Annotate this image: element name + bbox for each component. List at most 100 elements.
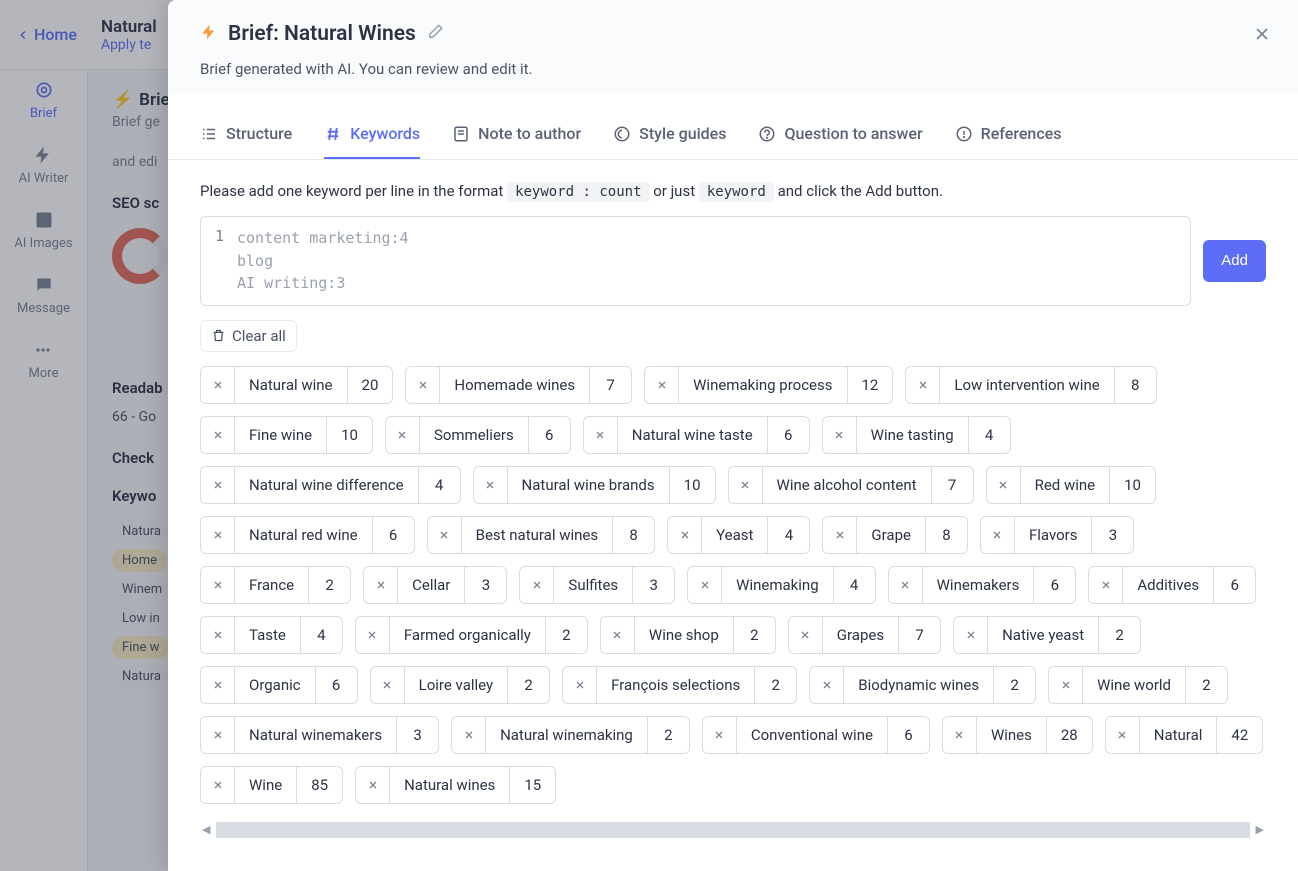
remove-tag-icon[interactable] (364, 567, 398, 603)
remove-tag-icon[interactable] (386, 417, 420, 453)
remove-tag-icon[interactable] (703, 717, 737, 753)
tag-label[interactable]: Natural wine difference (235, 467, 418, 503)
tag-count[interactable]: 2 (733, 617, 775, 653)
tag-label[interactable]: Wines (977, 717, 1046, 753)
tag-label[interactable]: Winemaking process (679, 367, 846, 403)
tag-label[interactable]: Natural wine taste (618, 417, 767, 453)
tag-count[interactable]: 4 (833, 567, 875, 603)
remove-tag-icon[interactable] (668, 517, 702, 553)
remove-tag-icon[interactable] (201, 667, 235, 703)
tag-label[interactable]: Conventional wine (737, 717, 887, 753)
remove-tag-icon[interactable] (201, 617, 235, 653)
edit-icon[interactable] (426, 23, 444, 45)
tag-label[interactable]: Organic (235, 667, 315, 703)
tag-label[interactable]: Wine tasting (857, 417, 968, 453)
tag-label[interactable]: Yeast (702, 517, 767, 553)
remove-tag-icon[interactable] (371, 667, 405, 703)
remove-tag-icon[interactable] (201, 417, 235, 453)
tag-label[interactable]: Loire valley (405, 667, 507, 703)
tag-count[interactable]: 10 (326, 417, 372, 453)
tag-count[interactable]: 3 (396, 717, 438, 753)
tag-label[interactable]: Natural wines (390, 767, 509, 803)
remove-tag-icon[interactable] (889, 567, 923, 603)
tag-count[interactable]: 4 (767, 517, 809, 553)
remove-tag-icon[interactable] (823, 417, 857, 453)
tag-label[interactable]: Native yeast (988, 617, 1098, 653)
tag-label[interactable]: Natural winemakers (235, 717, 396, 753)
remove-tag-icon[interactable] (906, 367, 940, 403)
tab-style-guides[interactable]: Style guides (613, 112, 726, 159)
tag-count[interactable]: 2 (647, 717, 689, 753)
tag-count[interactable]: 4 (418, 467, 460, 503)
add-button[interactable]: Add (1203, 240, 1266, 282)
tag-label[interactable]: Wine shop (635, 617, 733, 653)
remove-tag-icon[interactable] (987, 467, 1021, 503)
remove-tag-icon[interactable] (201, 367, 235, 403)
tag-label[interactable]: Sulfites (554, 567, 632, 603)
remove-tag-icon[interactable] (563, 667, 597, 703)
tag-count[interactable]: 4 (300, 617, 342, 653)
remove-tag-icon[interactable] (584, 417, 618, 453)
remove-tag-icon[interactable] (201, 717, 235, 753)
tag-count[interactable]: 8 (1114, 367, 1156, 403)
remove-tag-icon[interactable] (645, 367, 679, 403)
remove-tag-icon[interactable] (452, 717, 486, 753)
keyword-input[interactable]: 1 content marketing:4 blog AI writing:3 (200, 216, 1191, 306)
remove-tag-icon[interactable] (1049, 667, 1083, 703)
tag-count[interactable]: 85 (296, 767, 342, 803)
tag-label[interactable]: François selections (597, 667, 754, 703)
remove-tag-icon[interactable] (688, 567, 722, 603)
remove-tag-icon[interactable] (789, 617, 823, 653)
tag-count[interactable]: 6 (315, 667, 357, 703)
tag-count[interactable]: 20 (347, 367, 393, 403)
tab-question[interactable]: Question to answer (758, 112, 922, 159)
tag-count[interactable]: 10 (1109, 467, 1155, 503)
remove-tag-icon[interactable] (201, 467, 235, 503)
tag-label[interactable]: Sommeliers (420, 417, 528, 453)
tag-label[interactable]: Cellar (398, 567, 464, 603)
tag-label[interactable]: Farmed organically (390, 617, 545, 653)
tag-label[interactable]: Wine world (1083, 667, 1185, 703)
tab-keywords[interactable]: Keywords (324, 112, 420, 159)
tab-note[interactable]: Note to author (452, 112, 581, 159)
tag-label[interactable]: Natural winemaking (486, 717, 647, 753)
tag-count[interactable]: 7 (898, 617, 940, 653)
scroll-right-icon[interactable]: ▶ (1254, 823, 1266, 836)
tag-label[interactable]: Additives (1123, 567, 1213, 603)
tag-label[interactable]: Natural red wine (235, 517, 372, 553)
tag-count[interactable]: 2 (993, 667, 1035, 703)
tag-label[interactable]: Best natural wines (462, 517, 613, 553)
tag-count[interactable]: 3 (464, 567, 506, 603)
tag-count[interactable]: 6 (767, 417, 809, 453)
tag-label[interactable]: Grapes (823, 617, 898, 653)
remove-tag-icon[interactable] (1106, 717, 1140, 753)
tag-label[interactable]: Natural (1140, 717, 1217, 753)
remove-tag-icon[interactable] (406, 367, 440, 403)
remove-tag-icon[interactable] (943, 717, 977, 753)
tag-count[interactable]: 2 (545, 617, 587, 653)
tag-count[interactable]: 2 (1185, 667, 1227, 703)
scroll-left-icon[interactable]: ◀ (200, 823, 212, 836)
tag-count[interactable]: 8 (612, 517, 654, 553)
scroll-track[interactable] (216, 822, 1249, 838)
tag-count[interactable]: 6 (1213, 567, 1255, 603)
tag-label[interactable]: Winemakers (923, 567, 1034, 603)
remove-tag-icon[interactable] (823, 517, 857, 553)
remove-tag-icon[interactable] (201, 567, 235, 603)
remove-tag-icon[interactable] (1089, 567, 1123, 603)
tag-count[interactable]: 7 (589, 367, 631, 403)
remove-tag-icon[interactable] (729, 467, 763, 503)
remove-tag-icon[interactable] (356, 617, 390, 653)
remove-tag-icon[interactable] (356, 767, 390, 803)
tag-count[interactable]: 2 (507, 667, 549, 703)
tag-label[interactable]: Red wine (1021, 467, 1110, 503)
tag-count[interactable]: 2 (1098, 617, 1140, 653)
tag-count[interactable]: 6 (372, 517, 414, 553)
tag-count[interactable]: 8 (925, 517, 967, 553)
tag-count[interactable]: 12 (847, 367, 893, 403)
remove-tag-icon[interactable] (428, 517, 462, 553)
tag-count[interactable]: 7 (931, 467, 973, 503)
tag-label[interactable]: Homemade wines (440, 367, 589, 403)
tag-count[interactable]: 28 (1046, 717, 1092, 753)
tab-references[interactable]: References (955, 112, 1062, 159)
